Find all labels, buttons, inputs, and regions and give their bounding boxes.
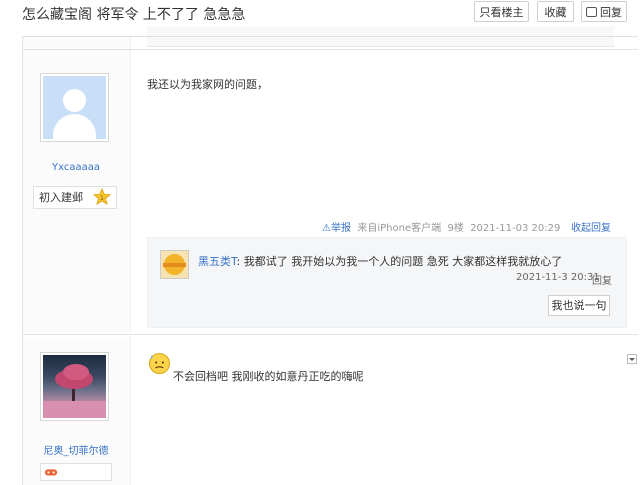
thread-header: 怎么藏宝阁 将军令 上不了了 急急急 只看楼主 收藏 回复 xyxy=(0,0,640,26)
reply-username[interactable]: 黑五类T xyxy=(198,255,237,268)
post-meta: ⚠举报 来自iPhone客户端 9楼 2021-11-03 20:29 xyxy=(322,219,560,234)
reply-time: 2021-11-3 20:31 xyxy=(516,272,600,283)
avatar[interactable] xyxy=(40,352,109,421)
divider xyxy=(22,334,638,335)
avatar[interactable] xyxy=(40,73,109,142)
divider xyxy=(22,36,23,485)
post-username[interactable]: 尼奥_切菲尔德 xyxy=(22,442,130,457)
svg-text:1: 1 xyxy=(100,195,104,202)
favorite-button[interactable]: 收藏 xyxy=(537,1,574,22)
report-link[interactable]: ⚠举报 xyxy=(322,223,351,234)
reply-avatar[interactable] xyxy=(160,250,189,279)
reply-button[interactable]: 回复 xyxy=(581,1,627,22)
game-controller-icon xyxy=(44,469,58,476)
collapse-replies-link[interactable]: 收起回复 xyxy=(571,219,611,234)
reply-reply-link[interactable]: 回复 xyxy=(592,272,612,287)
post-username[interactable]: Yxcaaaaa xyxy=(22,162,130,173)
rank-badge: 初入建邺 1 xyxy=(33,186,117,209)
rank-badge xyxy=(40,463,112,481)
post-content: 我还以为我家网的问题， xyxy=(147,78,268,91)
thread-title: 怎么藏宝阁 将军令 上不了了 急急急 xyxy=(22,7,246,23)
reply-button-label: 回复 xyxy=(600,6,622,19)
rank-label: 初入建邺 xyxy=(39,191,83,204)
post-menu-dropdown[interactable] xyxy=(627,354,637,364)
say-something-button[interactable]: 我也说一句 xyxy=(548,295,610,316)
report-label: 举报 xyxy=(330,223,351,234)
post-source: 来自iPhone客户端 xyxy=(357,223,442,234)
divider xyxy=(22,36,638,37)
post-time: 2021-11-03 20:29 xyxy=(470,223,561,234)
post-content: 不会回档吧 我刚收的如意丹正吃的嗨呢 xyxy=(173,370,364,383)
comment-icon xyxy=(586,7,597,17)
only-host-button[interactable]: 只看楼主 xyxy=(474,1,529,22)
sweat-emoji-icon xyxy=(148,352,171,375)
star-icon: 1 xyxy=(93,188,111,205)
divider xyxy=(22,49,638,50)
warning-icon: ⚠ xyxy=(322,223,331,234)
post-floor: 9楼 xyxy=(447,223,464,234)
reply-content: : 我都试了 我开始以为我一个人的问题 急死 大家都这样我就放心了 xyxy=(236,255,563,268)
reply-item: 黑五类T: 我都试了 我开始以为我一个人的问题 急死 大家都这样我就放心了 xyxy=(198,253,562,269)
